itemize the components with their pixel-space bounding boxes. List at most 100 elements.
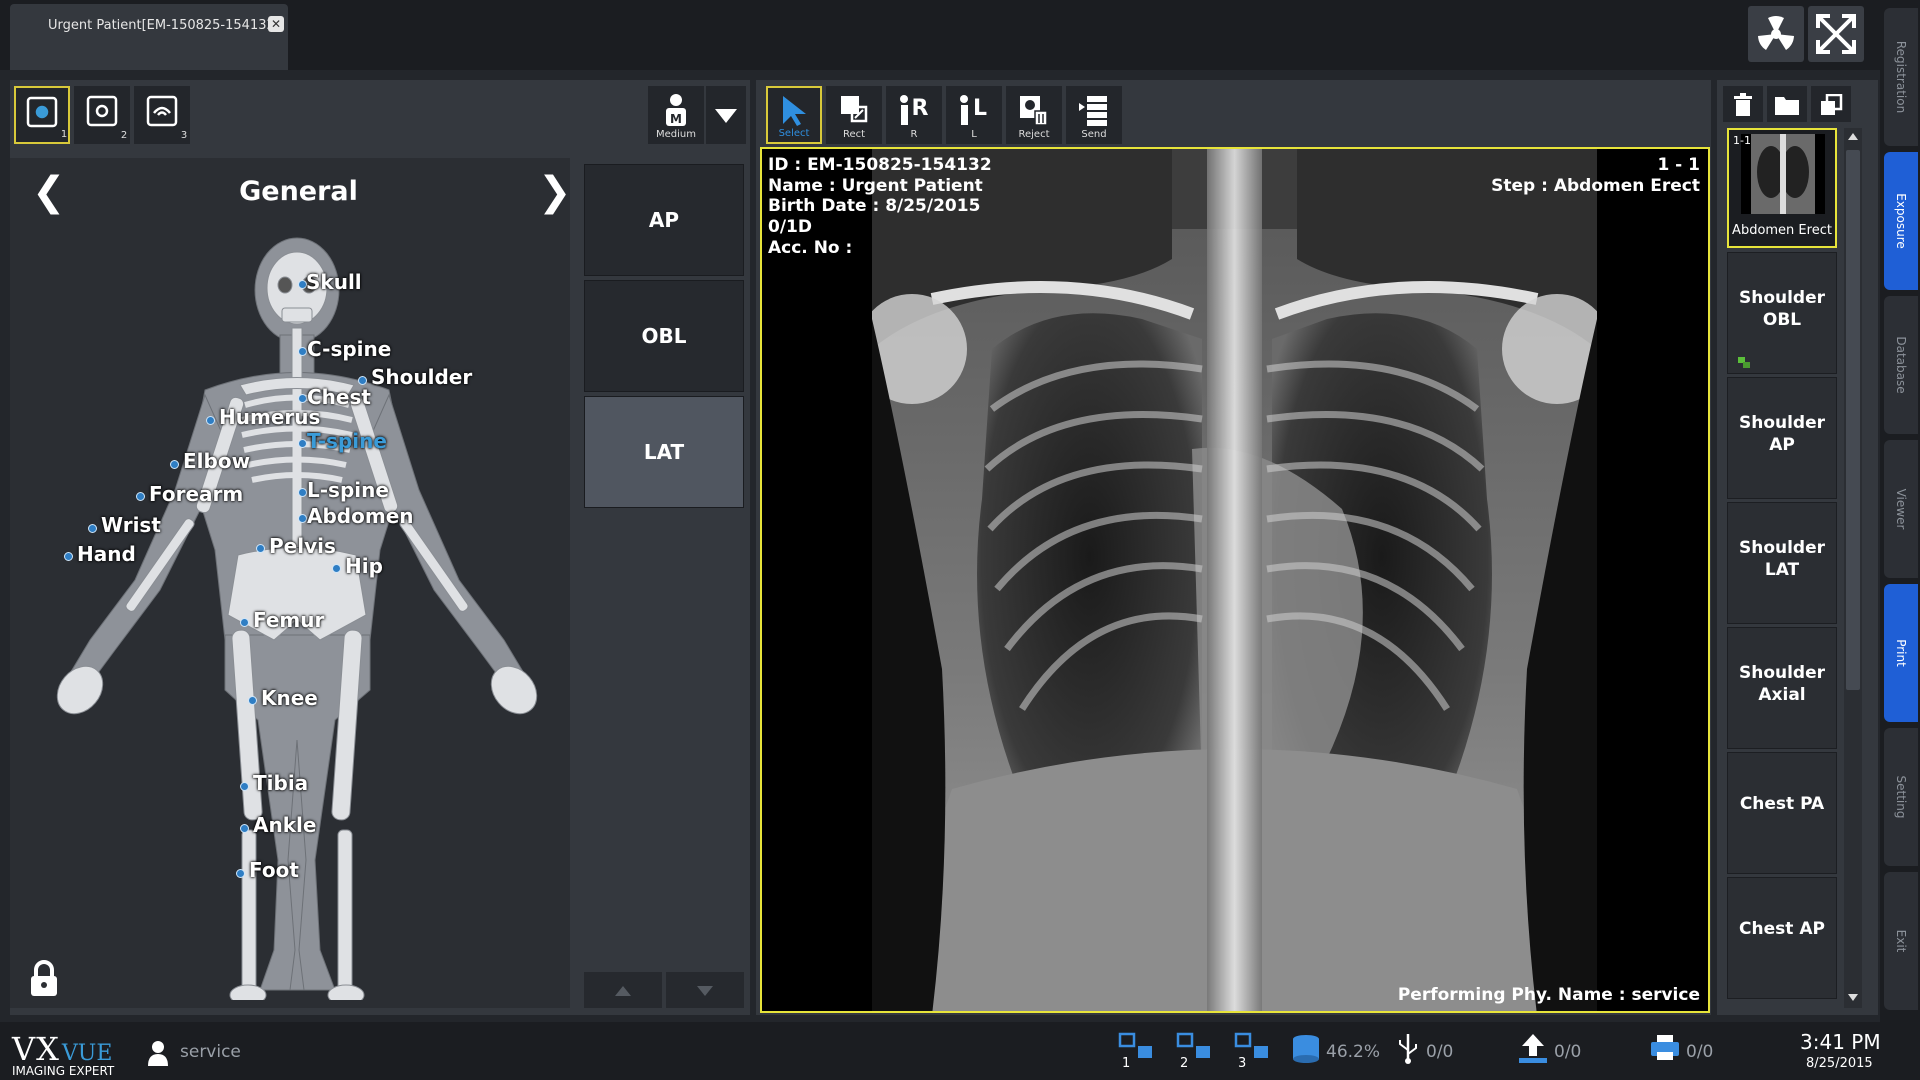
- scrollbar-thumb[interactable]: [1846, 150, 1860, 690]
- chest-dot[interactable]: [298, 394, 307, 403]
- protocol-scrollbar[interactable]: [1844, 128, 1862, 1008]
- storage-usage: 46.2%: [1326, 1042, 1381, 1062]
- body-part-tibia[interactable]: Tibia: [253, 771, 308, 795]
- body-part-pelvis[interactable]: Pelvis: [269, 534, 336, 558]
- xray-viewer[interactable]: ID : EM-150825-154132 Name : Urgent Pati…: [760, 147, 1710, 1013]
- nav-label: Setting: [1894, 775, 1908, 819]
- triangle-down-icon: [697, 986, 713, 996]
- hip-dot[interactable]: [332, 564, 341, 573]
- elbow-dot[interactable]: [170, 460, 179, 469]
- lock-icon[interactable]: [28, 960, 60, 998]
- humerus-dot[interactable]: [206, 416, 215, 425]
- protocol-shoulder-ap[interactable]: Shoulder AP: [1727, 377, 1837, 499]
- view-obl-button[interactable]: OBL: [584, 280, 744, 392]
- reject-button[interactable]: Reject: [1006, 86, 1062, 144]
- nav-viewer[interactable]: Viewer: [1884, 440, 1918, 578]
- xray-image: [872, 149, 1597, 1011]
- print-status: 0/0: [1686, 1042, 1714, 1062]
- body-part-humerus[interactable]: Humerus: [219, 405, 320, 429]
- select-tool-button[interactable]: Select: [766, 86, 822, 144]
- fullscreen-icon[interactable]: [1808, 6, 1864, 62]
- left-marker-button[interactable]: L L: [946, 86, 1002, 144]
- trash-icon: [1734, 93, 1752, 116]
- tibia-dot[interactable]: [240, 782, 249, 791]
- body-part-abdomen[interactable]: Abdomen: [307, 504, 414, 528]
- view-lat-button[interactable]: LAT: [584, 396, 744, 508]
- body-part-c-spine[interactable]: C-spine: [307, 337, 391, 361]
- clock-date: 8/25/2015: [1806, 1056, 1873, 1071]
- delete-button[interactable]: [1723, 86, 1763, 122]
- reject-label: Reject: [1018, 129, 1050, 140]
- abdomen-dot[interactable]: [298, 514, 307, 523]
- nav-label: Exposure: [1894, 193, 1908, 249]
- svg-text:M: M: [670, 112, 682, 126]
- forearm-dot[interactable]: [136, 492, 145, 501]
- scroll-up-icon: [1848, 133, 1858, 140]
- nav-registration[interactable]: Registration: [1884, 8, 1918, 146]
- body-part-femur[interactable]: Femur: [253, 608, 324, 632]
- send-button[interactable]: Send: [1066, 86, 1122, 144]
- body-part-skull[interactable]: Skull: [306, 270, 362, 294]
- protocol-shoulder-axial[interactable]: Shoulder Axial: [1727, 627, 1837, 749]
- nav-label: Viewer: [1894, 488, 1908, 530]
- body-part-shoulder[interactable]: Shoulder: [371, 365, 472, 389]
- shoulder-dot[interactable]: [358, 376, 367, 385]
- protocol-line1: Shoulder: [1738, 288, 1826, 308]
- body-part-hip[interactable]: Hip: [345, 554, 383, 578]
- protocol-line2: OBL: [1762, 310, 1802, 330]
- patient-tab[interactable]: Urgent Patient[EM-150825-154132] ✕: [10, 4, 288, 70]
- body-part-t-spine[interactable]: T-spine: [307, 429, 387, 453]
- view-scroll-down-button[interactable]: [666, 972, 744, 1008]
- knee-dot[interactable]: [248, 696, 257, 705]
- detector-3-button[interactable]: 3: [134, 86, 190, 144]
- body-part-ankle[interactable]: Ankle: [253, 813, 316, 837]
- radiation-icon[interactable]: [1748, 6, 1804, 62]
- nav-print[interactable]: Print: [1884, 584, 1918, 722]
- hand-dot[interactable]: [64, 552, 73, 561]
- open-folder-button[interactable]: [1767, 86, 1807, 122]
- femur-dot[interactable]: [240, 618, 249, 627]
- rect-tool-button[interactable]: Rect: [826, 86, 882, 144]
- usb-icon: [1399, 1034, 1417, 1064]
- body-part-hand[interactable]: Hand: [77, 542, 136, 566]
- protocol-shoulder-lat[interactable]: Shoulder LAT: [1727, 502, 1837, 624]
- l-spine-dot[interactable]: [298, 488, 307, 497]
- body-part-forearm[interactable]: Forearm: [149, 482, 243, 506]
- body-size-button[interactable]: M Medium: [648, 86, 704, 144]
- detector-1-button[interactable]: 1: [14, 86, 70, 144]
- current-thumbnail[interactable]: 1-1 Abdomen Erect: [1727, 128, 1837, 248]
- t-spine-dot[interactable]: [298, 439, 307, 448]
- view-scroll-up-button[interactable]: [584, 972, 662, 1008]
- protocol-chest-ap[interactable]: Chest AP: [1727, 877, 1837, 999]
- thumbnail-image: [1741, 134, 1825, 214]
- protocol-shoulder-obl[interactable]: Shoulder OBL: [1727, 252, 1837, 374]
- c-spine-dot[interactable]: [298, 347, 307, 356]
- copy-button[interactable]: [1811, 86, 1851, 122]
- view-ap-button[interactable]: AP: [584, 164, 744, 276]
- body-part-wrist[interactable]: Wrist: [101, 513, 161, 537]
- logo-vx: VX: [12, 1030, 60, 1068]
- body-part-l-spine[interactable]: L-spine: [307, 478, 389, 502]
- nav-exit[interactable]: Exit: [1884, 872, 1918, 1010]
- body-part-knee[interactable]: Knee: [261, 686, 318, 710]
- right-marker-button[interactable]: R R: [886, 86, 942, 144]
- nav-exposure[interactable]: Exposure: [1884, 152, 1918, 290]
- nav-setting[interactable]: Setting: [1884, 728, 1918, 866]
- pelvis-dot[interactable]: [256, 544, 265, 553]
- protocol-chest-pa[interactable]: Chest PA: [1727, 752, 1837, 874]
- usb-status: 0/0: [1426, 1042, 1454, 1062]
- upload-icon: [1519, 1034, 1547, 1063]
- nav-database[interactable]: Database: [1884, 296, 1918, 434]
- detector-2-button[interactable]: 2: [74, 86, 130, 144]
- app-window: Urgent Patient[EM-150825-154132] ✕ 1 2 3…: [0, 0, 1920, 1080]
- wrist-dot[interactable]: [88, 524, 97, 533]
- foot-dot[interactable]: [236, 869, 245, 878]
- body-part-foot[interactable]: Foot: [249, 858, 299, 882]
- patient-id: ID : EM-150825-154132: [768, 155, 992, 175]
- close-icon[interactable]: ✕: [268, 16, 284, 32]
- top-bar: Urgent Patient[EM-150825-154132] ✕: [0, 0, 1880, 70]
- body-part-elbow[interactable]: Elbow: [183, 449, 250, 473]
- body-size-dropdown[interactable]: [706, 86, 746, 144]
- ankle-dot[interactable]: [240, 824, 249, 833]
- app-logo: VXVUE IMAGING EXPERT: [12, 1030, 114, 1078]
